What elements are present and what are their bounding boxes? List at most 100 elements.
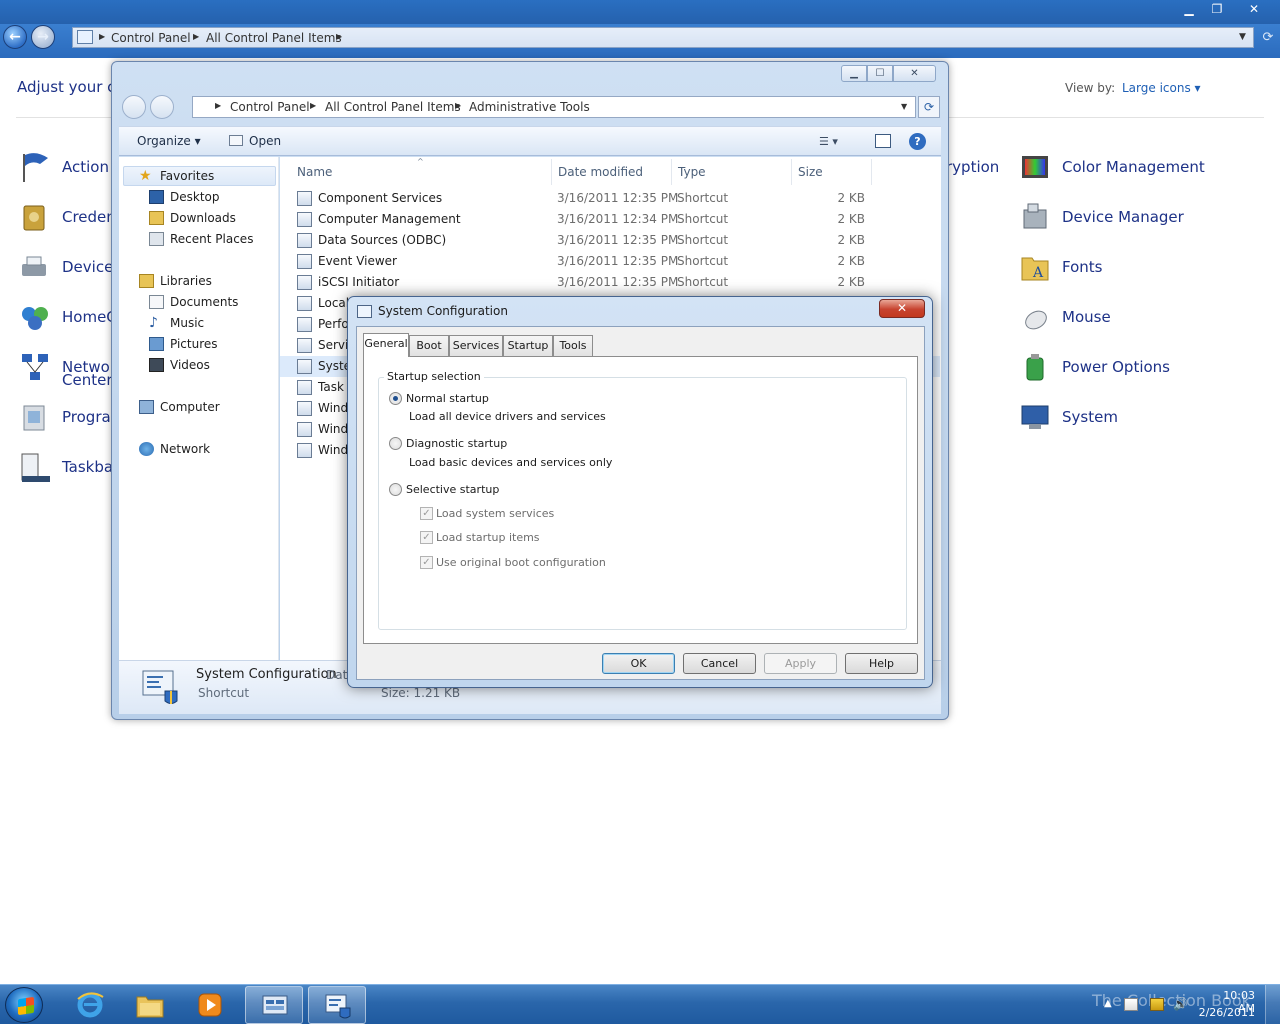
clock-date[interactable]: 2/26/2011 <box>1195 1006 1255 1019</box>
column-header-type[interactable]: Type <box>678 165 706 179</box>
system-configuration-icon <box>357 305 372 318</box>
forward-button[interactable] <box>150 95 174 119</box>
breadcrumb-control-panel[interactable]: Control Panel <box>111 31 191 45</box>
explorer-address-bar[interactable]: ▶ Control Panel ▶ All Control Panel Item… <box>192 96 916 118</box>
breadcrumb-administrative-tools[interactable]: Administrative Tools <box>469 100 590 114</box>
close-button[interactable]: ✕ <box>893 65 936 82</box>
column-divider[interactable] <box>791 159 792 185</box>
shortcut-icon <box>297 338 312 353</box>
action-center-flag-icon <box>23 153 48 182</box>
credential-manager-icon <box>23 205 45 231</box>
network-icon[interactable] <box>1150 998 1164 1011</box>
normal-startup-radio[interactable] <box>389 392 402 405</box>
shortcut-icon <box>297 359 312 374</box>
documents-icon <box>149 295 164 309</box>
taskbar-media-player[interactable] <box>181 986 239 1024</box>
shortcut-icon <box>297 422 312 437</box>
use-original-boot-config-checkbox: ✓ <box>420 556 433 569</box>
recent-places-icon <box>149 232 164 246</box>
back-button[interactable]: ← <box>3 25 27 49</box>
taskbar-control-panel[interactable] <box>245 986 303 1024</box>
column-divider[interactable] <box>551 159 552 185</box>
chevron-down-icon[interactable]: ▼ <box>1239 32 1246 42</box>
devices-printers-icon <box>22 256 46 276</box>
tab-services[interactable]: Services <box>449 335 503 356</box>
details-file-name: System Configuration <box>196 667 337 682</box>
maximize-button[interactable]: ☐ <box>867 65 893 82</box>
file-row[interactable]: Event Viewer 3/16/2011 12:35 PM Shortcut… <box>280 251 940 272</box>
organize-button[interactable]: Organize ▾ <box>137 134 201 148</box>
column-header-size[interactable]: Size <box>798 165 823 179</box>
volume-icon[interactable]: 🔊 <box>1173 998 1188 1011</box>
column-divider[interactable] <box>671 159 672 185</box>
color-management-icon <box>1022 156 1048 178</box>
help-button[interactable]: Help <box>845 653 918 674</box>
diagnostic-startup-radio[interactable] <box>389 437 402 450</box>
cancel-button[interactable]: Cancel <box>683 653 756 674</box>
refresh-button[interactable]: ⟳ <box>918 96 940 118</box>
chevron-right-icon: ▶ <box>336 32 343 41</box>
taskbar-internet-explorer[interactable] <box>61 986 119 1024</box>
close-button[interactable]: ✕ <box>879 299 925 318</box>
control-panel-address-bar[interactable]: ▶ Control Panel ▶ All Control Panel Item… <box>72 27 1254 48</box>
shortcut-icon <box>297 443 312 458</box>
tab-boot[interactable]: Boot <box>409 335 449 356</box>
load-system-services-label: Load system services <box>436 507 555 520</box>
details-file-type: Shortcut <box>198 686 250 700</box>
taskbar-windows-explorer[interactable] <box>121 986 179 1024</box>
breadcrumb-all-items[interactable]: All Control Panel Items <box>206 31 342 45</box>
minimize-button[interactable]: ▁ <box>1176 0 1202 18</box>
file-row[interactable]: Data Sources (ODBC) 3/16/2011 12:35 PM S… <box>280 230 940 251</box>
view-by-label: View by: <box>1065 81 1116 95</box>
open-button[interactable]: Open <box>249 134 281 148</box>
start-button[interactable] <box>5 987 43 1023</box>
control-panel-icon <box>262 995 288 1015</box>
taskbar-system-configuration[interactable] <box>308 986 366 1024</box>
taskbar: The Collection Book ▲ 🔊 10:03 AM 2/26/20… <box>0 984 1280 1024</box>
views-button[interactable]: ☰ ▾ <box>819 135 838 148</box>
star-icon: ★ <box>139 168 152 184</box>
column-header-date[interactable]: Date modified <box>558 165 643 179</box>
taskbar-icon <box>21 453 50 482</box>
music-icon: ♪ <box>149 315 158 331</box>
ok-button[interactable]: OK <box>602 653 675 674</box>
column-header-name[interactable]: Name <box>297 165 332 179</box>
back-button[interactable] <box>122 95 146 119</box>
selective-startup-radio[interactable] <box>389 483 402 496</box>
shortcut-icon <box>297 191 312 206</box>
libraries-icon <box>139 274 154 288</box>
folder-icon <box>136 996 164 1018</box>
action-center-flag-icon[interactable] <box>1124 998 1138 1011</box>
system-icon <box>1021 405 1049 429</box>
close-button[interactable]: ✕ <box>1232 0 1276 18</box>
refresh-button[interactable]: ⟳ <box>1258 28 1278 48</box>
details-file-size: Size: 1.21 KB <box>381 686 461 700</box>
cp-item-bitlocker-partial[interactable]: ryption <box>946 158 999 176</box>
normal-startup-label[interactable]: Normal startup <box>406 392 489 405</box>
file-row[interactable]: Component Services 3/16/2011 12:35 PM Sh… <box>280 188 940 209</box>
computer-icon <box>139 400 154 414</box>
restore-button[interactable]: ❐ <box>1204 0 1230 18</box>
breadcrumb-all-items[interactable]: All Control Panel Items <box>325 100 461 114</box>
diagnostic-startup-label[interactable]: Diagnostic startup <box>406 437 507 450</box>
selective-startup-label[interactable]: Selective startup <box>406 483 499 496</box>
media-player-icon <box>198 993 222 1017</box>
forward-button[interactable]: → <box>31 25 55 49</box>
file-row[interactable]: Computer Management 3/16/2011 12:34 PM S… <box>280 209 940 230</box>
chevron-down-icon[interactable]: ▼ <box>901 102 907 111</box>
tab-startup[interactable]: Startup <box>503 335 553 356</box>
show-hidden-icons-icon[interactable]: ▲ <box>1104 998 1118 1011</box>
column-divider[interactable] <box>871 159 872 185</box>
dialog-client-area: General Boot Services Startup Tools Star… <box>356 326 925 680</box>
preview-pane-button[interactable] <box>875 134 891 148</box>
breadcrumb-control-panel[interactable]: Control Panel <box>230 100 310 114</box>
tab-general[interactable]: General <box>363 333 409 357</box>
view-by-dropdown[interactable]: Large icons ▾ <box>1122 81 1201 95</box>
tab-tools[interactable]: Tools <box>553 335 593 356</box>
show-desktop-button[interactable] <box>1265 985 1280 1024</box>
minimize-button[interactable]: ▁ <box>841 65 867 82</box>
chevron-right-icon: ▶ <box>310 101 317 110</box>
fonts-icon: A <box>1021 257 1049 281</box>
file-row[interactable]: iSCSI Initiator 3/16/2011 12:35 PM Short… <box>280 272 940 293</box>
help-icon[interactable]: ? <box>909 133 926 150</box>
